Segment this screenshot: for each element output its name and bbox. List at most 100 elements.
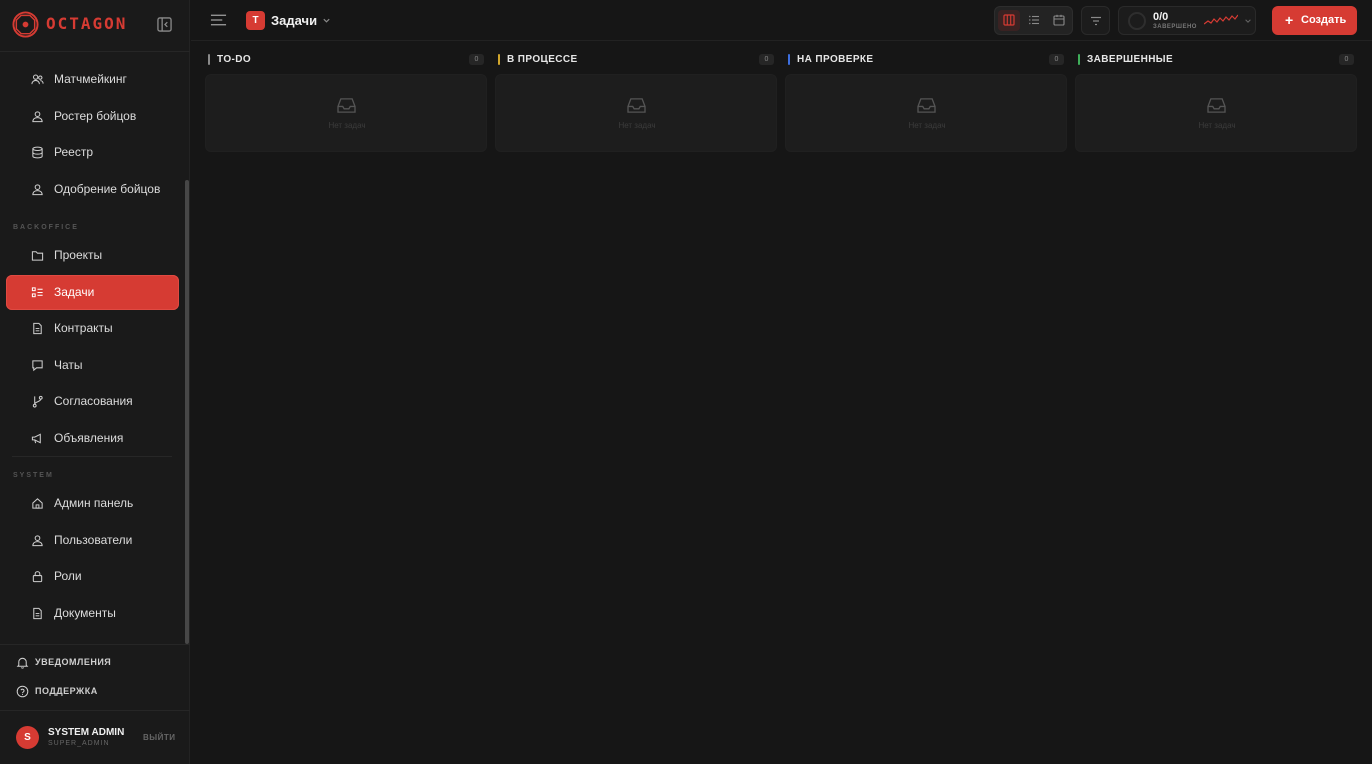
progress-label: ЗАВЕРШЕНО: [1153, 24, 1197, 30]
sidebar-item-registry[interactable]: Реестр: [6, 135, 179, 170]
calendar-view-button[interactable]: [1048, 10, 1070, 31]
column-header: В ПРОЦЕССЕ 0: [495, 52, 777, 67]
column-title: TO-DO: [217, 54, 252, 65]
home-icon: [32, 498, 43, 509]
user-profile: S SYSTEM ADMIN SUPER_ADMIN ВЫЙТИ: [0, 710, 190, 764]
completion-progress[interactable]: 0/0 ЗАВЕРШЕНО: [1118, 6, 1256, 35]
column-count: 0: [759, 54, 774, 65]
column-count: 0: [1049, 54, 1064, 65]
megaphone-icon: [31, 433, 41, 444]
avatar[interactable]: S: [16, 726, 39, 749]
chat-icon: [32, 360, 43, 372]
sidebar-item-matchmaking[interactable]: Матчмейкинг: [6, 62, 179, 97]
create-button-label: Создать: [1301, 14, 1347, 26]
column-drop-zone[interactable]: Нет задач: [1075, 74, 1357, 152]
sidebar-item-label: Роли: [54, 569, 82, 583]
sidebar-item-chats[interactable]: Чаты: [6, 348, 179, 383]
empty-state-text: Нет задач: [1198, 121, 1236, 130]
sidebar-item-label: Админ панель: [54, 496, 134, 510]
top-header: T Задачи 0/0 ЗАВЕРШЕНО + Создать: [191, 0, 1372, 41]
user-name: SYSTEM ADMIN: [48, 727, 125, 738]
column-count: 0: [1339, 54, 1354, 65]
list-icon: [1029, 15, 1039, 25]
column-drop-zone[interactable]: Нет задач: [205, 74, 487, 152]
column-completed: ЗАВЕРШЕННЫЕ 0 Нет задач: [1075, 52, 1357, 152]
sidebar-item-label: Матчмейкинг: [54, 72, 127, 86]
column-header: НА ПРОВЕРКЕ 0: [785, 52, 1067, 67]
sidebar-item-announcements[interactable]: Объявления: [6, 421, 179, 456]
inbox-icon: [917, 98, 936, 113]
calendar-icon: [1053, 14, 1065, 26]
folder-icon: [31, 251, 44, 261]
filter-icon: [1091, 16, 1101, 26]
sidebar-scrollbar[interactable]: [185, 52, 189, 644]
sidebar: OCTAGON Матчмейкинг Ростер бойцов Реестр: [0, 0, 190, 764]
sidebar-item-admin-panel[interactable]: Админ панель: [6, 486, 179, 521]
bell-icon: [16, 657, 29, 669]
page-title[interactable]: Задачи: [271, 13, 317, 28]
section-label-system: SYSTEM: [13, 472, 54, 479]
progress-ring: [1128, 12, 1146, 30]
view-mode-switch: [994, 6, 1073, 35]
sidebar-item-documents[interactable]: Документы: [6, 596, 179, 631]
sidebar-item-contracts[interactable]: Контракты: [6, 311, 179, 346]
board-view-button[interactable]: [998, 10, 1020, 31]
column-in-review: НА ПРОВЕРКЕ 0 Нет задач: [785, 52, 1067, 152]
section-divider: [12, 456, 172, 457]
sidebar-item-label: Документы: [54, 606, 116, 620]
support-label: ПОДДЕРЖКА: [35, 686, 98, 696]
kanban-icon: [1003, 14, 1015, 26]
git-branch-icon: [32, 395, 43, 408]
sidebar-item-fighter-roster[interactable]: Ростер бойцов: [6, 99, 179, 134]
brand-name: OCTAGON: [46, 14, 128, 33]
sidebar-item-fighter-approval[interactable]: Одобрение бойцов: [6, 172, 179, 207]
user-icon: [32, 111, 43, 123]
sidebar-item-label: Контракты: [54, 321, 113, 335]
column-color-bar: [498, 54, 500, 65]
sidebar-item-users[interactable]: Пользователи: [6, 523, 179, 558]
sparkline-icon: [1204, 14, 1238, 25]
inbox-icon: [1207, 98, 1226, 113]
sidebar-item-label: Объявления: [54, 431, 124, 445]
column-todo: TO-DO 0 Нет задач: [205, 52, 487, 152]
users-icon: [31, 74, 44, 85]
sidebar-item-roles[interactable]: Роли: [6, 559, 179, 594]
sidebar-item-projects[interactable]: Проекты: [6, 238, 179, 273]
column-in-progress: В ПРОЦЕССЕ 0 Нет задач: [495, 52, 777, 152]
menu-icon[interactable]: [210, 13, 227, 27]
logout-button[interactable]: ВЫЙТИ: [143, 733, 176, 742]
sidebar-item-label: Согласования: [54, 394, 133, 408]
chevron-down-icon: [1245, 19, 1251, 23]
sidebar-item-tasks[interactable]: Задачи: [6, 275, 179, 310]
plus-icon: +: [1285, 12, 1294, 28]
sidebar-item-label: Задачи: [54, 285, 95, 299]
collapse-sidebar-icon[interactable]: [157, 17, 172, 32]
app-root: OCTAGON Матчмейкинг Ростер бойцов Реестр: [0, 0, 1372, 764]
empty-state-text: Нет задач: [908, 121, 946, 130]
filter-button[interactable]: [1081, 6, 1110, 35]
sidebar-scrollbar-thumb[interactable]: [185, 180, 189, 644]
sidebar-item-label: Пользователи: [54, 533, 133, 547]
column-title: В ПРОЦЕССЕ: [507, 54, 578, 65]
page-badge: T: [246, 11, 265, 30]
list-view-button[interactable]: [1023, 10, 1045, 31]
octagon-logo-icon[interactable]: [12, 11, 39, 38]
logo-bar: OCTAGON: [0, 0, 190, 52]
section-label-backoffice: BACKOFFICE: [13, 224, 79, 231]
inbox-icon: [627, 98, 646, 113]
sidebar-item-label: Одобрение бойцов: [54, 182, 161, 196]
progress-count: 0/0: [1153, 11, 1169, 23]
chevron-down-icon[interactable]: [322, 16, 331, 25]
column-drop-zone[interactable]: Нет задач: [785, 74, 1067, 152]
inbox-icon: [337, 98, 356, 113]
column-color-bar: [788, 54, 790, 65]
sidebar-item-approvals[interactable]: Согласования: [6, 384, 179, 419]
document-icon: [33, 322, 42, 335]
help-circle-icon: [16, 685, 29, 698]
create-button[interactable]: + Создать: [1272, 6, 1357, 35]
user-check-icon: [32, 184, 43, 196]
column-title: НА ПРОВЕРКЕ: [797, 54, 874, 65]
database-icon: [32, 146, 43, 159]
tasks-icon: [31, 287, 43, 298]
column-drop-zone[interactable]: Нет задач: [495, 74, 777, 152]
